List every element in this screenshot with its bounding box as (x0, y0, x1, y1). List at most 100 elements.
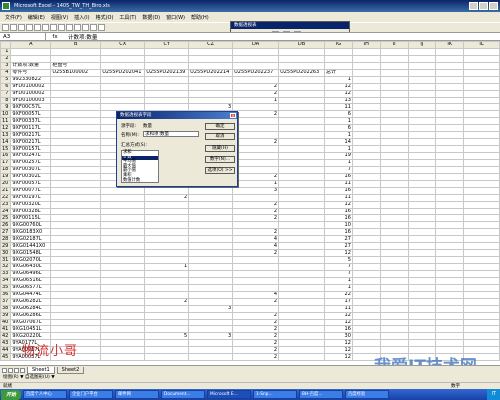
column-header[interactable]: CX (100, 41, 146, 49)
cell[interactable] (100, 228, 146, 237)
cell[interactable] (351, 200, 381, 209)
cell[interactable] (379, 311, 409, 320)
cell[interactable] (379, 276, 409, 285)
cell[interactable] (144, 186, 190, 195)
cell[interactable]: 2 (232, 332, 280, 341)
cell[interactable]: U255PD202041 (100, 68, 146, 77)
cell[interactable] (351, 283, 381, 292)
cell[interactable]: 9XF00307L (10, 165, 52, 174)
cell[interactable]: 2 (232, 325, 280, 334)
cell[interactable]: 9XF00077L (10, 186, 52, 195)
cell[interactable] (144, 221, 190, 230)
cell[interactable] (278, 221, 326, 230)
cell[interactable]: 992330822 (10, 75, 52, 84)
cell[interactable]: 3 (232, 186, 280, 195)
sort-icon[interactable] (90, 24, 97, 31)
cell[interactable] (232, 158, 280, 167)
cell[interactable] (188, 276, 234, 285)
cell[interactable] (351, 152, 381, 160)
cell[interactable] (379, 179, 409, 188)
cell[interactable] (407, 235, 437, 244)
cell[interactable] (407, 228, 437, 237)
row-header[interactable]: 39 (0, 311, 12, 320)
cell[interactable] (100, 297, 146, 306)
cell[interactable] (144, 89, 190, 98)
cell[interactable] (407, 124, 437, 133)
menu-file[interactable]: 文件(F) (2, 14, 25, 21)
cell[interactable] (232, 256, 280, 264)
cell[interactable] (351, 339, 381, 348)
next-sheet-icon[interactable] (14, 367, 19, 373)
preview-icon[interactable] (34, 24, 41, 31)
cell[interactable] (463, 96, 500, 105)
row-header[interactable]: 21 (0, 186, 12, 195)
cell[interactable] (232, 103, 280, 112)
cell[interactable] (188, 54, 234, 63)
cell[interactable] (278, 82, 326, 91)
cell[interactable]: 9XG02070L (10, 256, 52, 264)
cell[interactable] (278, 332, 326, 341)
cell[interactable] (463, 214, 500, 223)
cell[interactable] (379, 318, 409, 327)
row-header[interactable]: 25 (0, 214, 12, 223)
cell[interactable] (278, 124, 326, 133)
cell[interactable] (278, 214, 326, 223)
row-header[interactable]: 17 (0, 158, 12, 167)
cell[interactable] (144, 283, 190, 292)
cell[interactable]: 9XF00057L (10, 179, 52, 188)
cell[interactable] (435, 221, 465, 230)
cell[interactable] (188, 297, 234, 306)
cell[interactable]: 2 (232, 110, 280, 119)
cell[interactable]: 9FD0100002 (10, 82, 52, 91)
cell[interactable] (351, 179, 381, 188)
cell[interactable]: 12 (324, 89, 353, 98)
row-header[interactable]: 26 (0, 221, 12, 230)
cell[interactable]: 4 (232, 290, 280, 299)
cell[interactable] (232, 131, 280, 140)
cell[interactable]: 2 (232, 311, 280, 320)
cell[interactable]: 2 (232, 318, 280, 327)
cell[interactable] (435, 242, 465, 251)
cell[interactable] (278, 242, 326, 251)
cell[interactable] (351, 61, 381, 70)
cell[interactable] (144, 96, 190, 105)
cell[interactable]: 27 (324, 235, 353, 244)
row-header[interactable]: 11 (0, 117, 12, 126)
cell[interactable] (435, 89, 465, 98)
cell[interactable] (435, 124, 465, 133)
cell[interactable] (435, 269, 465, 278)
cell[interactable] (435, 228, 465, 237)
cell[interactable] (435, 145, 465, 153)
cell[interactable] (232, 193, 280, 202)
cell[interactable] (435, 117, 465, 126)
cell[interactable] (50, 110, 102, 119)
dialog-close-icon[interactable]: ✕ (230, 113, 236, 118)
cell[interactable] (435, 68, 465, 77)
cell[interactable] (435, 179, 465, 188)
cell[interactable] (351, 68, 381, 77)
cell[interactable] (278, 311, 326, 320)
cell[interactable] (50, 214, 102, 223)
cell[interactable] (407, 283, 437, 292)
first-sheet-icon[interactable] (2, 367, 7, 373)
cell[interactable] (232, 283, 280, 292)
cell[interactable] (278, 145, 326, 153)
cell[interactable] (50, 235, 102, 244)
cell[interactable] (50, 186, 102, 195)
row-header[interactable]: 12 (0, 124, 12, 133)
cell[interactable] (144, 103, 190, 112)
cell[interactable] (407, 179, 437, 188)
cell[interactable] (278, 235, 326, 244)
cell[interactable] (463, 311, 500, 320)
menu-edit[interactable]: 编辑(E) (25, 14, 48, 21)
cell[interactable] (407, 47, 437, 56)
row-header[interactable]: 32 (0, 263, 12, 271)
task-item[interactable]: 1-Snp... (253, 390, 298, 399)
cell[interactable] (278, 193, 326, 202)
cell[interactable] (278, 228, 326, 237)
sum-icon[interactable] (82, 24, 89, 31)
cell[interactable] (463, 276, 500, 285)
cell[interactable] (463, 186, 500, 195)
cell[interactable]: 9XF00057L (10, 110, 52, 119)
cell[interactable]: 9XG20220L (10, 332, 52, 341)
